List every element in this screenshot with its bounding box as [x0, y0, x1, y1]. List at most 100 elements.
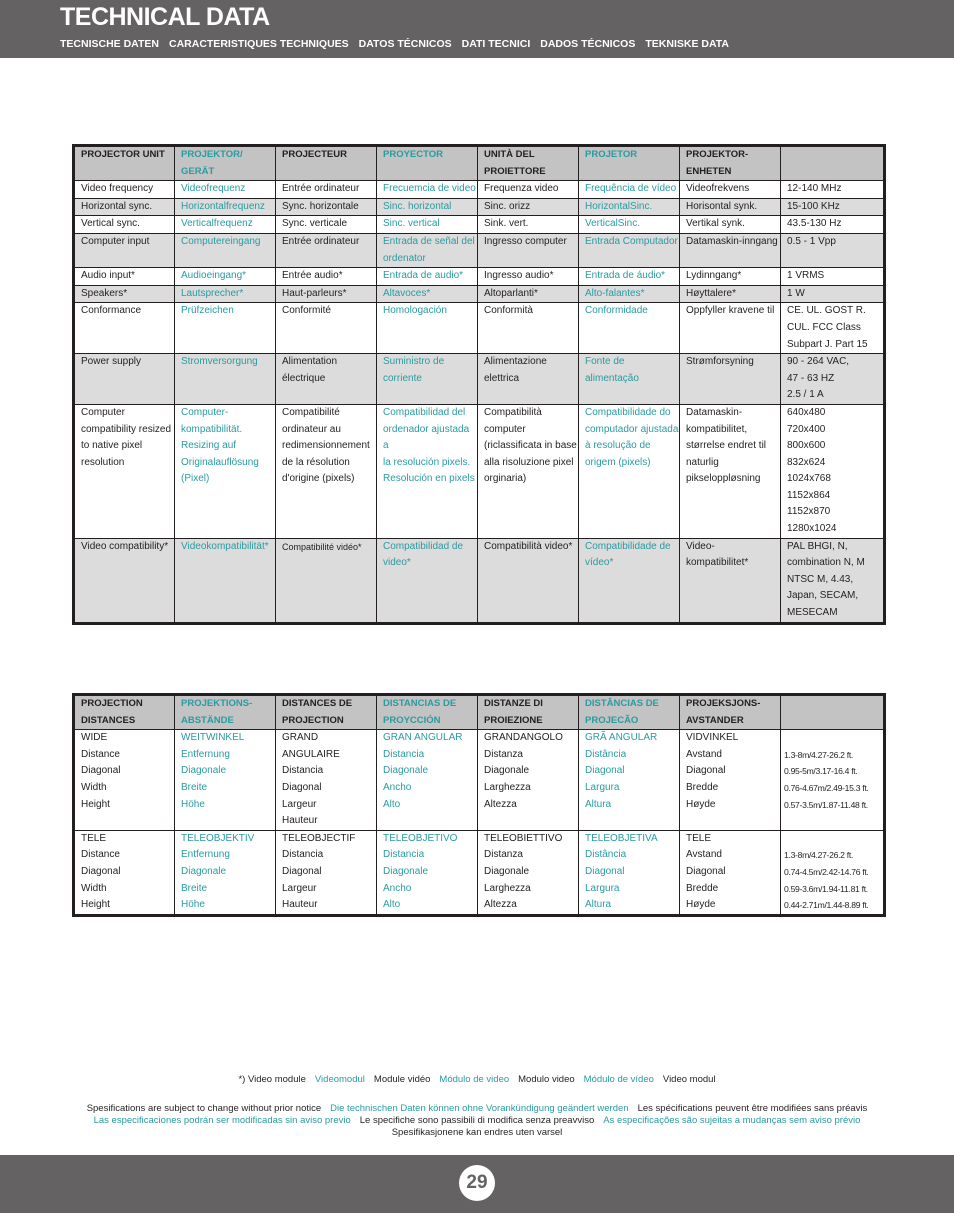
- cell-value: 0.5 - 1 Vpp: [780, 232, 885, 269]
- cell-value: 1 W: [780, 284, 885, 304]
- cell-de: Computer- kompatibilität. Resizing auf O…: [174, 403, 276, 539]
- cell-no: Datamaskin- kompatibilitet, størrelse en…: [679, 403, 781, 539]
- header-cell-en: PROJECTOR UNIT: [73, 144, 175, 182]
- projector-spec-table: PROJECTOR UNIT PROJEKTOR/ GERÄT PROJECTEUR…: [72, 144, 886, 625]
- table-row: Speakers* Lautsprecher* Haut-parleurs* Alta…: [73, 284, 885, 304]
- header-cell-es: DISTANCIAS DE PROYCCIÓN: [376, 693, 478, 731]
- cell-no: Videofrekvens: [679, 180, 781, 199]
- notice-es: Las especificaciones podrán ser modifica…: [93, 1115, 351, 1126]
- page-title: TECHNICAL DATA: [60, 3, 270, 31]
- notice-fr: Les spécifications peuvent être modifiée…: [637, 1103, 868, 1114]
- cell-fr: Compatibilité ordinateur au redimensionn…: [275, 403, 377, 539]
- table-row: Audio input* Audioeingang* Entrée audio* En…: [73, 267, 885, 286]
- cell-value: 640x480 720x400 800x600 832x624 1024x768…: [780, 403, 885, 539]
- cell-it: Frequenza video: [477, 180, 579, 199]
- page-number-badge: 29: [459, 1165, 495, 1201]
- cell-it: Ingresso audio*: [477, 267, 579, 286]
- cell-de: WEITWINKEL Entfernung Diagonale Breite H…: [174, 729, 276, 831]
- cell-de: Audioeingang*: [174, 267, 276, 286]
- cell-no: Datamaskin-inngang: [679, 232, 781, 269]
- cell-es: Compatibilidad del ordenador ajustada a …: [376, 403, 478, 539]
- cell-no: Oppfyller kravene til: [679, 302, 781, 355]
- cell-pt: VerticalSinc.: [578, 215, 680, 234]
- cell-fr: Compatibilité vidéo*: [275, 537, 377, 624]
- header-cell-en: PROJECTION DISTANCES: [73, 693, 175, 731]
- cell-value: 15-100 KHz: [780, 197, 885, 217]
- cell-pt: Entrada Computador: [578, 232, 680, 269]
- table-row: Computer input Computereingang Entrée ordi…: [73, 232, 885, 269]
- cell-fr: Haut-parleurs*: [275, 284, 377, 304]
- header-cell-fr: DISTANCES DE PROJECTION: [275, 693, 377, 731]
- footnote-en: *) Video module: [238, 1074, 306, 1085]
- cell-no: Lydinngang*: [679, 267, 781, 286]
- header-cell-no: PROJEKSJONS- AVSTANDER: [679, 693, 781, 731]
- cell-no: Høyttalere*: [679, 284, 781, 304]
- change-notice-line-1: Spesifications are subject to change wit…: [0, 1103, 954, 1114]
- subtitle-norwegian: TEKNISKE DATA: [645, 38, 729, 50]
- cell-pt: TELEOBJETIVA Distância Diagonal Largura …: [578, 829, 680, 916]
- cell-value: 1 VRMS: [780, 267, 885, 286]
- cell-en: Video compatibility*: [73, 537, 175, 624]
- cell-it: Sink. vert.: [477, 215, 579, 234]
- subtitle-spanish: DATOS TÉCNICOS: [358, 38, 452, 50]
- cell-en: Horizontal sync.: [73, 197, 175, 217]
- subtitle-german: TECNISCHE DATEN: [60, 38, 159, 50]
- cell-no: VIDVINKEL Avstand Diagonal Bredde Høyde: [679, 729, 781, 831]
- header-cell-de: PROJEKTOR/ GERÄT: [174, 144, 276, 182]
- header-cell-pt: DISTÂNCIAS DE PROJECÃO: [578, 693, 680, 731]
- table-row: Conformance Prüfzeichen Conformité Homologa…: [73, 302, 885, 355]
- footnote-it: Modulo video: [518, 1074, 575, 1085]
- table-row: Vertical sync. Verticalfrequenz Sync. vert…: [73, 215, 885, 234]
- cell-pt: Compatibilidade de vídeo*: [578, 537, 680, 624]
- table-header-row: PROJECTOR UNIT PROJEKTOR/ GERÄT PROJECTEUR…: [73, 144, 885, 182]
- cell-es: Sinc. horizontal: [376, 197, 478, 217]
- notice-de: Die technischen Daten können ohne Vorank…: [330, 1103, 629, 1114]
- header-cell-fr: PROJECTEUR: [275, 144, 377, 182]
- table-row: Computer compatibility resized to native…: [73, 403, 885, 539]
- change-notice-line-2: Las especificaciones podrán ser modifica…: [0, 1115, 954, 1126]
- header-cell-it: DISTANZE DI PROIEZIONE: [477, 693, 579, 731]
- cell-it: Ingresso computer: [477, 232, 579, 269]
- cell-es: TELEOBJETIVO Distancia Diagonale Ancho A…: [376, 829, 478, 916]
- footnote-es: Módulo de video: [439, 1074, 510, 1085]
- header-banner: TECHNICAL DATA TECNISCHE DATEN CARACTERI…: [0, 0, 954, 58]
- cell-it: Altoparlanti*: [477, 284, 579, 304]
- cell-pt: Fonte de alimentação: [578, 353, 680, 405]
- cell-fr: Entrée ordinateur: [275, 180, 377, 199]
- cell-fr: Entrée ordinateur: [275, 232, 377, 269]
- cell-pt: HorizontalSinc.: [578, 197, 680, 217]
- video-module-footnote: *) Video module Videomodul Module vidéo …: [0, 1074, 954, 1085]
- cell-it: TELEOBIETTIVO Distanza Diagonale Larghez…: [477, 829, 579, 916]
- header-cell-it: UNITÀ DEL PROIETTORE: [477, 144, 579, 182]
- footnote-fr: Module vidéo: [373, 1074, 431, 1085]
- cell-de: Computereingang: [174, 232, 276, 269]
- subtitle-italian: DATI TECNICI: [461, 38, 531, 50]
- cell-es: Compatibilidad de video*: [376, 537, 478, 624]
- cell-value: 1.3-8m/4.27-26.2 ft. 0.74-4.5m/2.42-14.7…: [780, 829, 885, 916]
- cell-es: Entrada de señal del ordenator: [376, 232, 478, 269]
- cell-it: Compatibilità video*: [477, 537, 579, 624]
- cell-no: TELE Avstand Diagonal Bredde Høyde: [679, 829, 781, 916]
- header-cell-pt: PROJETOR: [578, 144, 680, 182]
- cell-en: Computer input: [73, 232, 175, 269]
- cell-de: Videofrequenz: [174, 180, 276, 199]
- cell-es: Frecuemcia de video: [376, 180, 478, 199]
- cell-it: Conformità: [477, 302, 579, 355]
- table-header-row: PROJECTION DISTANCES PROJEKTIONS- ABSTÄND…: [73, 693, 885, 731]
- notice-no: Spesifikasjonene kan endres uten varsel: [391, 1127, 563, 1138]
- cell-fr: GRAND ANGULAIRE Distancia Diagonal Large…: [275, 729, 377, 831]
- cell-value: 1.3-8m/4.27-26.2 ft. 0.95-5m/3.17-16.4 f…: [780, 729, 885, 831]
- footnote-de: Videomodul: [314, 1074, 365, 1085]
- cell-en: TELE Distance Diagonal Width Height: [73, 829, 175, 916]
- header-cell-no: PROJEKTOR- ENHETEN: [679, 144, 781, 182]
- cell-en: Audio input*: [73, 267, 175, 286]
- footer-banner: 29: [0, 1155, 954, 1213]
- cell-fr: Conformité: [275, 302, 377, 355]
- header-cell-value: [780, 144, 885, 182]
- cell-fr: TELEOBJECTIF Distancia Diagonal Largeur …: [275, 829, 377, 916]
- projection-distance-table: PROJECTION DISTANCES PROJEKTIONS- ABSTÄND…: [72, 693, 886, 917]
- cell-no: Horisontal synk.: [679, 197, 781, 217]
- footnote-no: Video modul: [662, 1074, 716, 1085]
- distance-group-row: WIDE Distance Diagonal Width Height WEITW…: [73, 729, 885, 831]
- subtitle-french: CARACTERISTIQUES TECHNIQUES: [168, 38, 349, 50]
